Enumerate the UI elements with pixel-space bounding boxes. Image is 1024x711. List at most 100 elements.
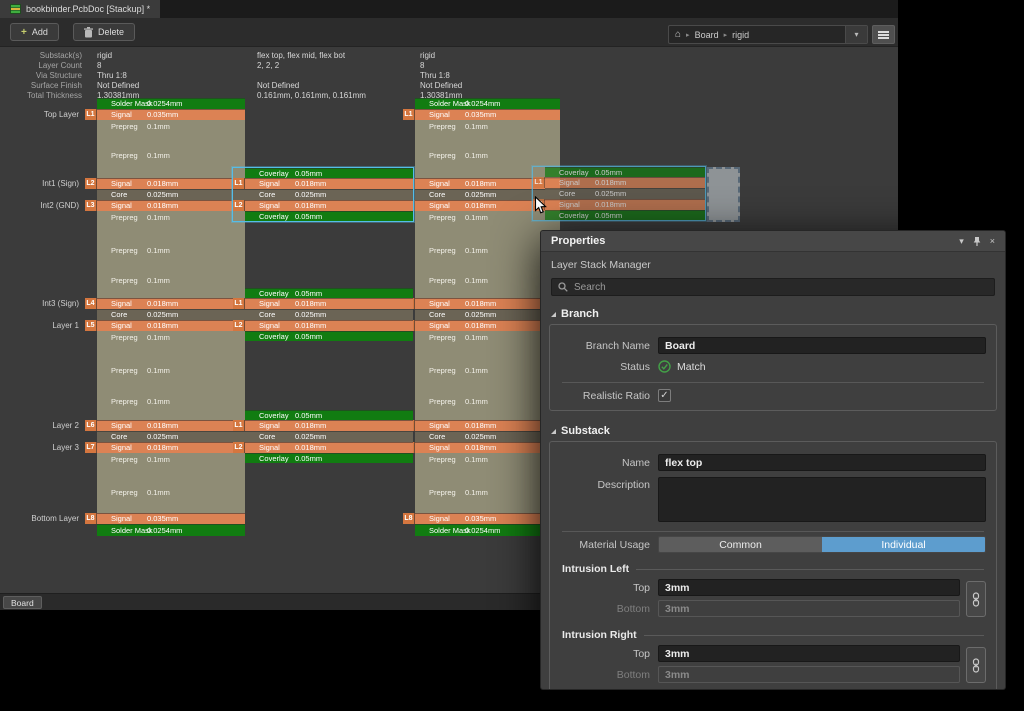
layer-row-signal[interactable]: L1Signal0.018mm: [233, 420, 413, 431]
layer-row-signal[interactable]: L5Signal0.018mm: [403, 320, 560, 331]
layer-row-core[interactable]: Core0.025mm: [233, 309, 413, 320]
layer-row-prepreg[interactable]: Prepreg0.1mm: [85, 211, 245, 244]
description-textarea[interactable]: [658, 477, 986, 522]
layer-row-core[interactable]: Core0.025mm: [233, 189, 413, 200]
layer-row-mask[interactable]: Solder Mask0.0254mm: [85, 524, 245, 536]
branch-section-header[interactable]: Branch: [551, 308, 995, 320]
layer-row-core[interactable]: Core0.025mm: [233, 431, 413, 442]
flex-substack-block[interactable]: Coverlay0.05mmL1Signal0.018mmCore0.025mm…: [233, 288, 413, 341]
home-icon[interactable]: ⌂: [675, 29, 681, 40]
layer-row-signal[interactable]: L6Signal0.018mm: [85, 420, 245, 431]
close-icon[interactable]: ×: [990, 236, 995, 246]
layer-row-signal[interactable]: L2Signal0.018mm: [233, 320, 413, 331]
layer-row-prepreg[interactable]: Prepreg0.1mm: [403, 453, 560, 486]
material-individual-button[interactable]: Individual: [822, 537, 985, 552]
branch-name-input[interactable]: [658, 337, 986, 354]
layer-row-mask[interactable]: Coverlay0.05mm: [533, 210, 705, 220]
breadcrumb-item-rigid[interactable]: rigid: [732, 30, 749, 40]
layer-row-signal[interactable]: L1Signal0.018mm: [233, 298, 413, 309]
substack-section-header[interactable]: Substack: [551, 425, 995, 437]
layer-row-signal[interactable]: L4Signal0.018mm: [85, 298, 245, 309]
layer-row-core[interactable]: Core0.025mm: [403, 431, 560, 442]
material-common-button[interactable]: Common: [659, 537, 822, 552]
layer-row-prepreg[interactable]: Prepreg0.1mm: [85, 453, 245, 486]
layer-row-core[interactable]: Core0.025mm: [403, 309, 560, 320]
screen: bookbinder.PcbDoc [Stackup] * + Add Dele…: [0, 0, 1024, 711]
layer-row-content: Prepreg0.1mm: [97, 244, 245, 274]
layer-row-mask[interactable]: Coverlay0.05mm: [533, 167, 705, 177]
layer-row-prepreg[interactable]: Prepreg0.1mm: [403, 395, 560, 420]
layer-row-content: Core0.025mm: [97, 309, 245, 320]
layer-row-signal[interactable]: L2Signal0.018mm: [85, 178, 245, 189]
intrusion-right-top-input[interactable]: [658, 645, 960, 662]
layer-row-signal[interactable]: L2Signal0.018mm: [233, 442, 413, 453]
layer-row-signal[interactable]: L2Signal0.018mm: [533, 199, 705, 210]
layer-row-signal[interactable]: L1Signal0.018mm: [533, 177, 705, 188]
layer-number: [85, 120, 97, 149]
layer-row-signal[interactable]: L1Signal0.035mm: [403, 109, 560, 120]
delete-button[interactable]: Delete: [73, 23, 135, 41]
dragged-flex-substack[interactable]: Coverlay0.05mmL1Signal0.018mmCore0.025mm…: [533, 167, 705, 220]
substack-rigid-right[interactable]: Solder Mask0.0254mmL1Signal0.035mmPrepre…: [403, 98, 560, 536]
breadcrumb[interactable]: ⌂ ▸ Board ▸ rigid ▾: [668, 25, 868, 44]
board-tab[interactable]: Board: [3, 596, 42, 609]
breadcrumb-dropdown-button[interactable]: ▾: [845, 26, 867, 43]
layer-row-mask[interactable]: Solder Mask0.0254mm: [403, 98, 560, 109]
layer-row-signal[interactable]: L4Signal0.018mm: [403, 298, 560, 309]
layer-row-mask[interactable]: Coverlay0.05mm: [233, 288, 413, 298]
panel-dropdown-icon[interactable]: ▾: [959, 236, 964, 247]
add-button[interactable]: + Add: [10, 23, 59, 41]
layer-row-signal[interactable]: L8Signal0.035mm: [85, 513, 245, 524]
layer-row-mask[interactable]: Coverlay0.05mm: [233, 410, 413, 420]
layer-row-prepreg[interactable]: Prepreg0.1mm: [85, 331, 245, 364]
layer-row-prepreg[interactable]: Prepreg0.1mm: [403, 120, 560, 149]
substack-name-input[interactable]: [658, 454, 986, 471]
layer-row-prepreg[interactable]: Prepreg0.1mm: [403, 274, 560, 298]
layer-row-prepreg[interactable]: Prepreg0.1mm: [85, 395, 245, 420]
layer-row-core[interactable]: Core0.025mm: [85, 309, 245, 320]
layer-row-content: Signal0.018mm: [97, 320, 245, 331]
layer-row-signal[interactable]: L8Signal0.035mm: [403, 513, 560, 524]
info-value: Not Defined: [97, 81, 139, 91]
properties-panel-header[interactable]: Properties ▾ ×: [541, 231, 1005, 252]
layer-row-signal[interactable]: L3Signal0.018mm: [85, 200, 245, 211]
layer-row-signal[interactable]: L7Signal0.018mm: [85, 442, 245, 453]
layer-row-signal[interactable]: L5Signal0.018mm: [85, 320, 245, 331]
layer-row-mask[interactable]: Solder Mask0.0254mm: [85, 98, 245, 109]
substack-rigid-left[interactable]: Solder Mask0.0254mmL1Signal0.035mmPrepre…: [85, 98, 245, 536]
layer-row-prepreg[interactable]: Prepreg0.1mm: [403, 244, 560, 274]
realistic-ratio-checkbox[interactable]: ✓: [658, 389, 671, 402]
layer-row-prepreg[interactable]: Prepreg0.1mm: [403, 331, 560, 364]
layer-row-mask[interactable]: Coverlay0.05mm: [233, 453, 413, 463]
intrusion-left-top-input[interactable]: [658, 579, 960, 596]
layer-row-signal[interactable]: L2Signal0.018mm: [233, 200, 413, 211]
menu-button[interactable]: [872, 25, 895, 44]
layer-row-mask[interactable]: Coverlay0.05mm: [233, 331, 413, 341]
layer-row-prepreg[interactable]: Prepreg0.1mm: [85, 120, 245, 149]
layer-row-signal[interactable]: L7Signal0.018mm: [403, 442, 560, 453]
layer-row-signal[interactable]: L1Signal0.018mm: [233, 178, 413, 189]
search-input[interactable]: Search: [551, 278, 995, 296]
layer-row-mask[interactable]: Coverlay0.05mm: [233, 211, 413, 221]
intrusion-right-link-button[interactable]: [966, 647, 986, 683]
layer-row-core[interactable]: Core0.025mm: [85, 189, 245, 200]
layer-row-prepreg[interactable]: Prepreg0.1mm: [85, 149, 245, 178]
layer-row-mask[interactable]: Coverlay0.05mm: [233, 168, 413, 178]
flex-substack-block[interactable]: Coverlay0.05mmL1Signal0.018mmCore0.025mm…: [233, 168, 413, 221]
layer-row-signal[interactable]: L1Signal0.035mm: [85, 109, 245, 120]
breadcrumb-item-board[interactable]: Board: [695, 30, 719, 40]
pin-icon[interactable]: [973, 236, 981, 246]
layer-row-prepreg[interactable]: Prepreg0.1mm: [85, 244, 245, 274]
document-tab[interactable]: bookbinder.PcbDoc [Stackup] *: [0, 0, 160, 18]
layer-row-prepreg[interactable]: Prepreg0.1mm: [403, 486, 560, 513]
layer-row-prepreg[interactable]: Prepreg0.1mm: [85, 274, 245, 298]
intrusion-left-link-button[interactable]: [966, 581, 986, 617]
layer-row-signal[interactable]: L6Signal0.018mm: [403, 420, 560, 431]
flex-substack-block[interactable]: Coverlay0.05mmL1Signal0.018mmCore0.025mm…: [233, 410, 413, 463]
layer-row-core[interactable]: Core0.025mm: [533, 188, 705, 199]
layer-row-prepreg[interactable]: Prepreg0.1mm: [85, 364, 245, 395]
layer-row-prepreg[interactable]: Prepreg0.1mm: [85, 486, 245, 513]
layer-row-prepreg[interactable]: Prepreg0.1mm: [403, 364, 560, 395]
layer-row-core[interactable]: Core0.025mm: [85, 431, 245, 442]
layer-row-mask[interactable]: Solder Mask0.0254mm: [403, 524, 560, 536]
